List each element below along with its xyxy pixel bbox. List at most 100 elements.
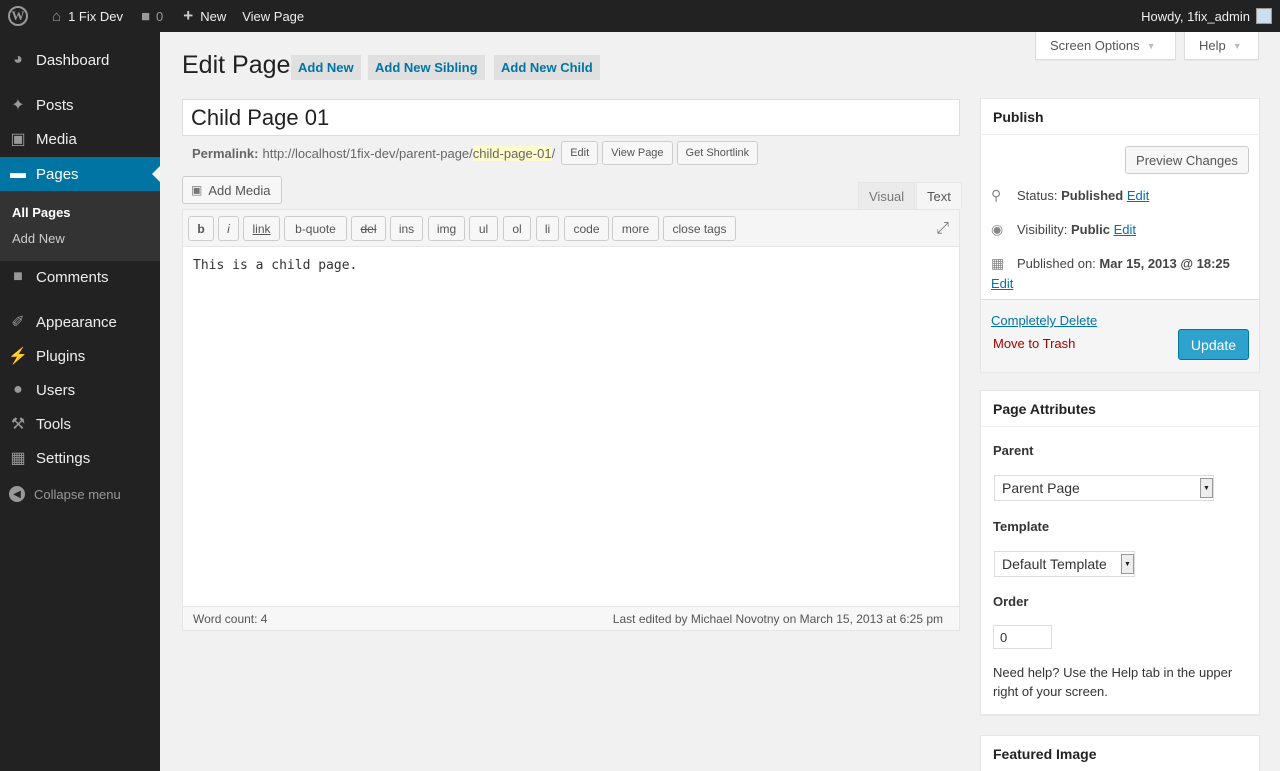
add-new-button[interactable]: Add New	[291, 55, 361, 80]
settings-icon: ▦	[10, 450, 26, 467]
status-value: Published	[1061, 188, 1124, 203]
title-input[interactable]	[182, 99, 960, 136]
menu-item-label: Users	[36, 381, 76, 399]
template-label: Template	[993, 519, 1050, 534]
menu-item-label: Comments	[36, 268, 109, 286]
tab-visual[interactable]: Visual	[858, 182, 916, 210]
add-new-child-button[interactable]: Add New Child	[494, 55, 600, 80]
page-attributes-title: Page Attributes	[981, 391, 1259, 427]
qt-ol-button[interactable]: ol	[503, 216, 531, 241]
eye-icon: ◉	[991, 221, 1004, 237]
new-content-link[interactable]: + New	[176, 0, 233, 32]
submenu-all-pages[interactable]: All Pages	[12, 205, 71, 220]
published-on-row: ▦ Published on: Mar 15, 2013 @ 18:25	[991, 255, 1230, 272]
qt-link-button[interactable]: link	[243, 216, 280, 241]
qt-close-tags-button[interactable]: close tags	[663, 216, 736, 241]
menu-item-label: Tools	[36, 415, 72, 433]
fullscreen-icon[interactable]: ⤢	[936, 220, 949, 238]
permalink-label: Permalink:	[192, 145, 259, 161]
help-text: Need help? Use the Help tab in the upper…	[993, 665, 1233, 699]
menu-item-pages[interactable]: ▬ Pages	[0, 157, 160, 191]
visibility-row: ◉ Visibility: Public Edit	[991, 221, 1136, 238]
qt-more-button[interactable]: more	[612, 216, 659, 241]
published-on-edit-link[interactable]: Edit	[991, 276, 1013, 291]
visibility-edit-link[interactable]: Edit	[1114, 222, 1136, 237]
order-label: Order	[993, 594, 1029, 609]
collapse-menu-button[interactable]: ◀ Collapse menu	[9, 486, 121, 502]
editor-status-bar: Word count: 4 Last edited by Michael Nov…	[183, 606, 959, 630]
content-textarea[interactable]: This is a child page.	[193, 258, 357, 273]
view-page-button[interactable]: View Page	[602, 141, 673, 165]
edit-slug-button[interactable]: Edit	[561, 141, 599, 165]
menu-item-tools[interactable]: ⚒ Tools	[0, 407, 160, 441]
menu-item-posts[interactable]: ✦ Posts	[0, 88, 160, 122]
qt-bold-button[interactable]: b	[188, 216, 214, 241]
menu-item-label: Settings	[36, 449, 91, 467]
qt-li-button[interactable]: li	[536, 216, 559, 241]
word-count: Word count: 4	[193, 611, 268, 626]
publish-box-title: Publish	[981, 99, 1259, 135]
screen-options-label: Screen Options	[1050, 38, 1140, 53]
qt-ins-button[interactable]: ins	[390, 216, 423, 241]
move-to-trash-link[interactable]: Move to Trash	[993, 336, 1075, 351]
user-icon: ●	[13, 381, 23, 398]
calendar-icon: ▦	[991, 255, 1005, 271]
status-edit-link[interactable]: Edit	[1127, 188, 1149, 203]
completely-delete-link[interactable]: Completely Delete	[991, 313, 1097, 328]
menu-item-dashboard[interactable]: ◕ Dashboard	[0, 43, 160, 77]
qt-del-button[interactable]: del	[351, 216, 386, 241]
plugin-icon: ⚡	[8, 348, 28, 365]
new-content-label: New	[200, 8, 227, 24]
pin-icon: ✦	[11, 97, 25, 114]
comments-count: 0	[156, 8, 164, 24]
view-page-link[interactable]: View Page	[235, 0, 311, 32]
help-button[interactable]: Help ▼	[1184, 32, 1259, 60]
my-account-link[interactable]: Howdy, 1fix_admin	[1141, 0, 1272, 32]
howdy-label: Howdy, 1fix_admin	[1141, 8, 1250, 24]
avatar	[1256, 8, 1272, 24]
triangle-down-icon: ▼	[1232, 40, 1242, 51]
status-row: ⚲ Status: Published Edit	[991, 187, 1149, 204]
order-input[interactable]	[993, 625, 1052, 649]
admin-menu: ◕ Dashboard ✦ Posts ▣ Media ▬ Pages All …	[0, 32, 160, 771]
publish-box: Publish Preview Changes ⚲ Status: Publis…	[980, 98, 1260, 372]
pin-icon: ⚲	[991, 187, 1002, 203]
site-name-label: 1 Fix Dev	[68, 8, 123, 24]
get-shortlink-button[interactable]: Get Shortlink	[676, 141, 759, 165]
parent-select[interactable]: Parent Page ▼	[994, 475, 1214, 501]
menu-item-appearance[interactable]: ✐ Appearance	[0, 305, 160, 339]
update-button[interactable]: Update	[1178, 329, 1249, 360]
menu-item-label: Media	[36, 130, 77, 148]
site-name-link[interactable]: ⌂ 1 Fix Dev	[45, 0, 130, 32]
menu-item-plugins[interactable]: ⚡ Plugins	[0, 339, 160, 373]
pages-submenu: All Pages Add New	[0, 191, 160, 261]
permalink-slug[interactable]: child-page-01	[472, 145, 552, 161]
qt-italic-button[interactable]: i	[218, 216, 239, 241]
featured-image-title: Featured Image	[981, 736, 1259, 771]
permalink-base: http://localhost/1fix-dev/parent-page/	[262, 145, 473, 161]
wrench-icon: ⚒	[10, 416, 26, 433]
submenu-add-new[interactable]: Add New	[12, 231, 65, 246]
plus-icon: +	[183, 6, 194, 25]
template-select[interactable]: Default Template ▼	[994, 551, 1135, 577]
menu-item-settings[interactable]: ▦ Settings	[0, 441, 160, 475]
add-media-button[interactable]: ▣ Add Media	[182, 176, 282, 204]
menu-item-comments[interactable]: ■ Comments	[0, 260, 160, 294]
menu-item-users[interactable]: ● Users	[0, 373, 160, 407]
tab-text[interactable]: Text	[916, 182, 962, 210]
qt-img-button[interactable]: img	[428, 216, 465, 241]
add-new-sibling-button[interactable]: Add New Sibling	[368, 55, 485, 80]
permalink-trail: /	[551, 145, 556, 161]
qt-blockquote-button[interactable]: b-quote	[284, 216, 347, 241]
collapse-arrow-icon: ◀	[9, 486, 25, 502]
wp-logo-menu[interactable]: W	[0, 0, 35, 32]
quicktags-toolbar: b i link b-quote del ins img ul ol li co…	[183, 210, 959, 247]
qt-code-button[interactable]: code	[564, 216, 609, 241]
qt-ul-button[interactable]: ul	[469, 216, 498, 241]
published-on-label: Published on:	[1017, 256, 1096, 271]
menu-item-media[interactable]: ▣ Media	[0, 122, 160, 156]
screen-options-button[interactable]: Screen Options ▼	[1035, 32, 1176, 60]
select-arrow-icon: ▼	[1121, 554, 1134, 574]
preview-changes-button[interactable]: Preview Changes	[1125, 146, 1249, 174]
comments-link[interactable]: ■ 0	[134, 0, 170, 32]
